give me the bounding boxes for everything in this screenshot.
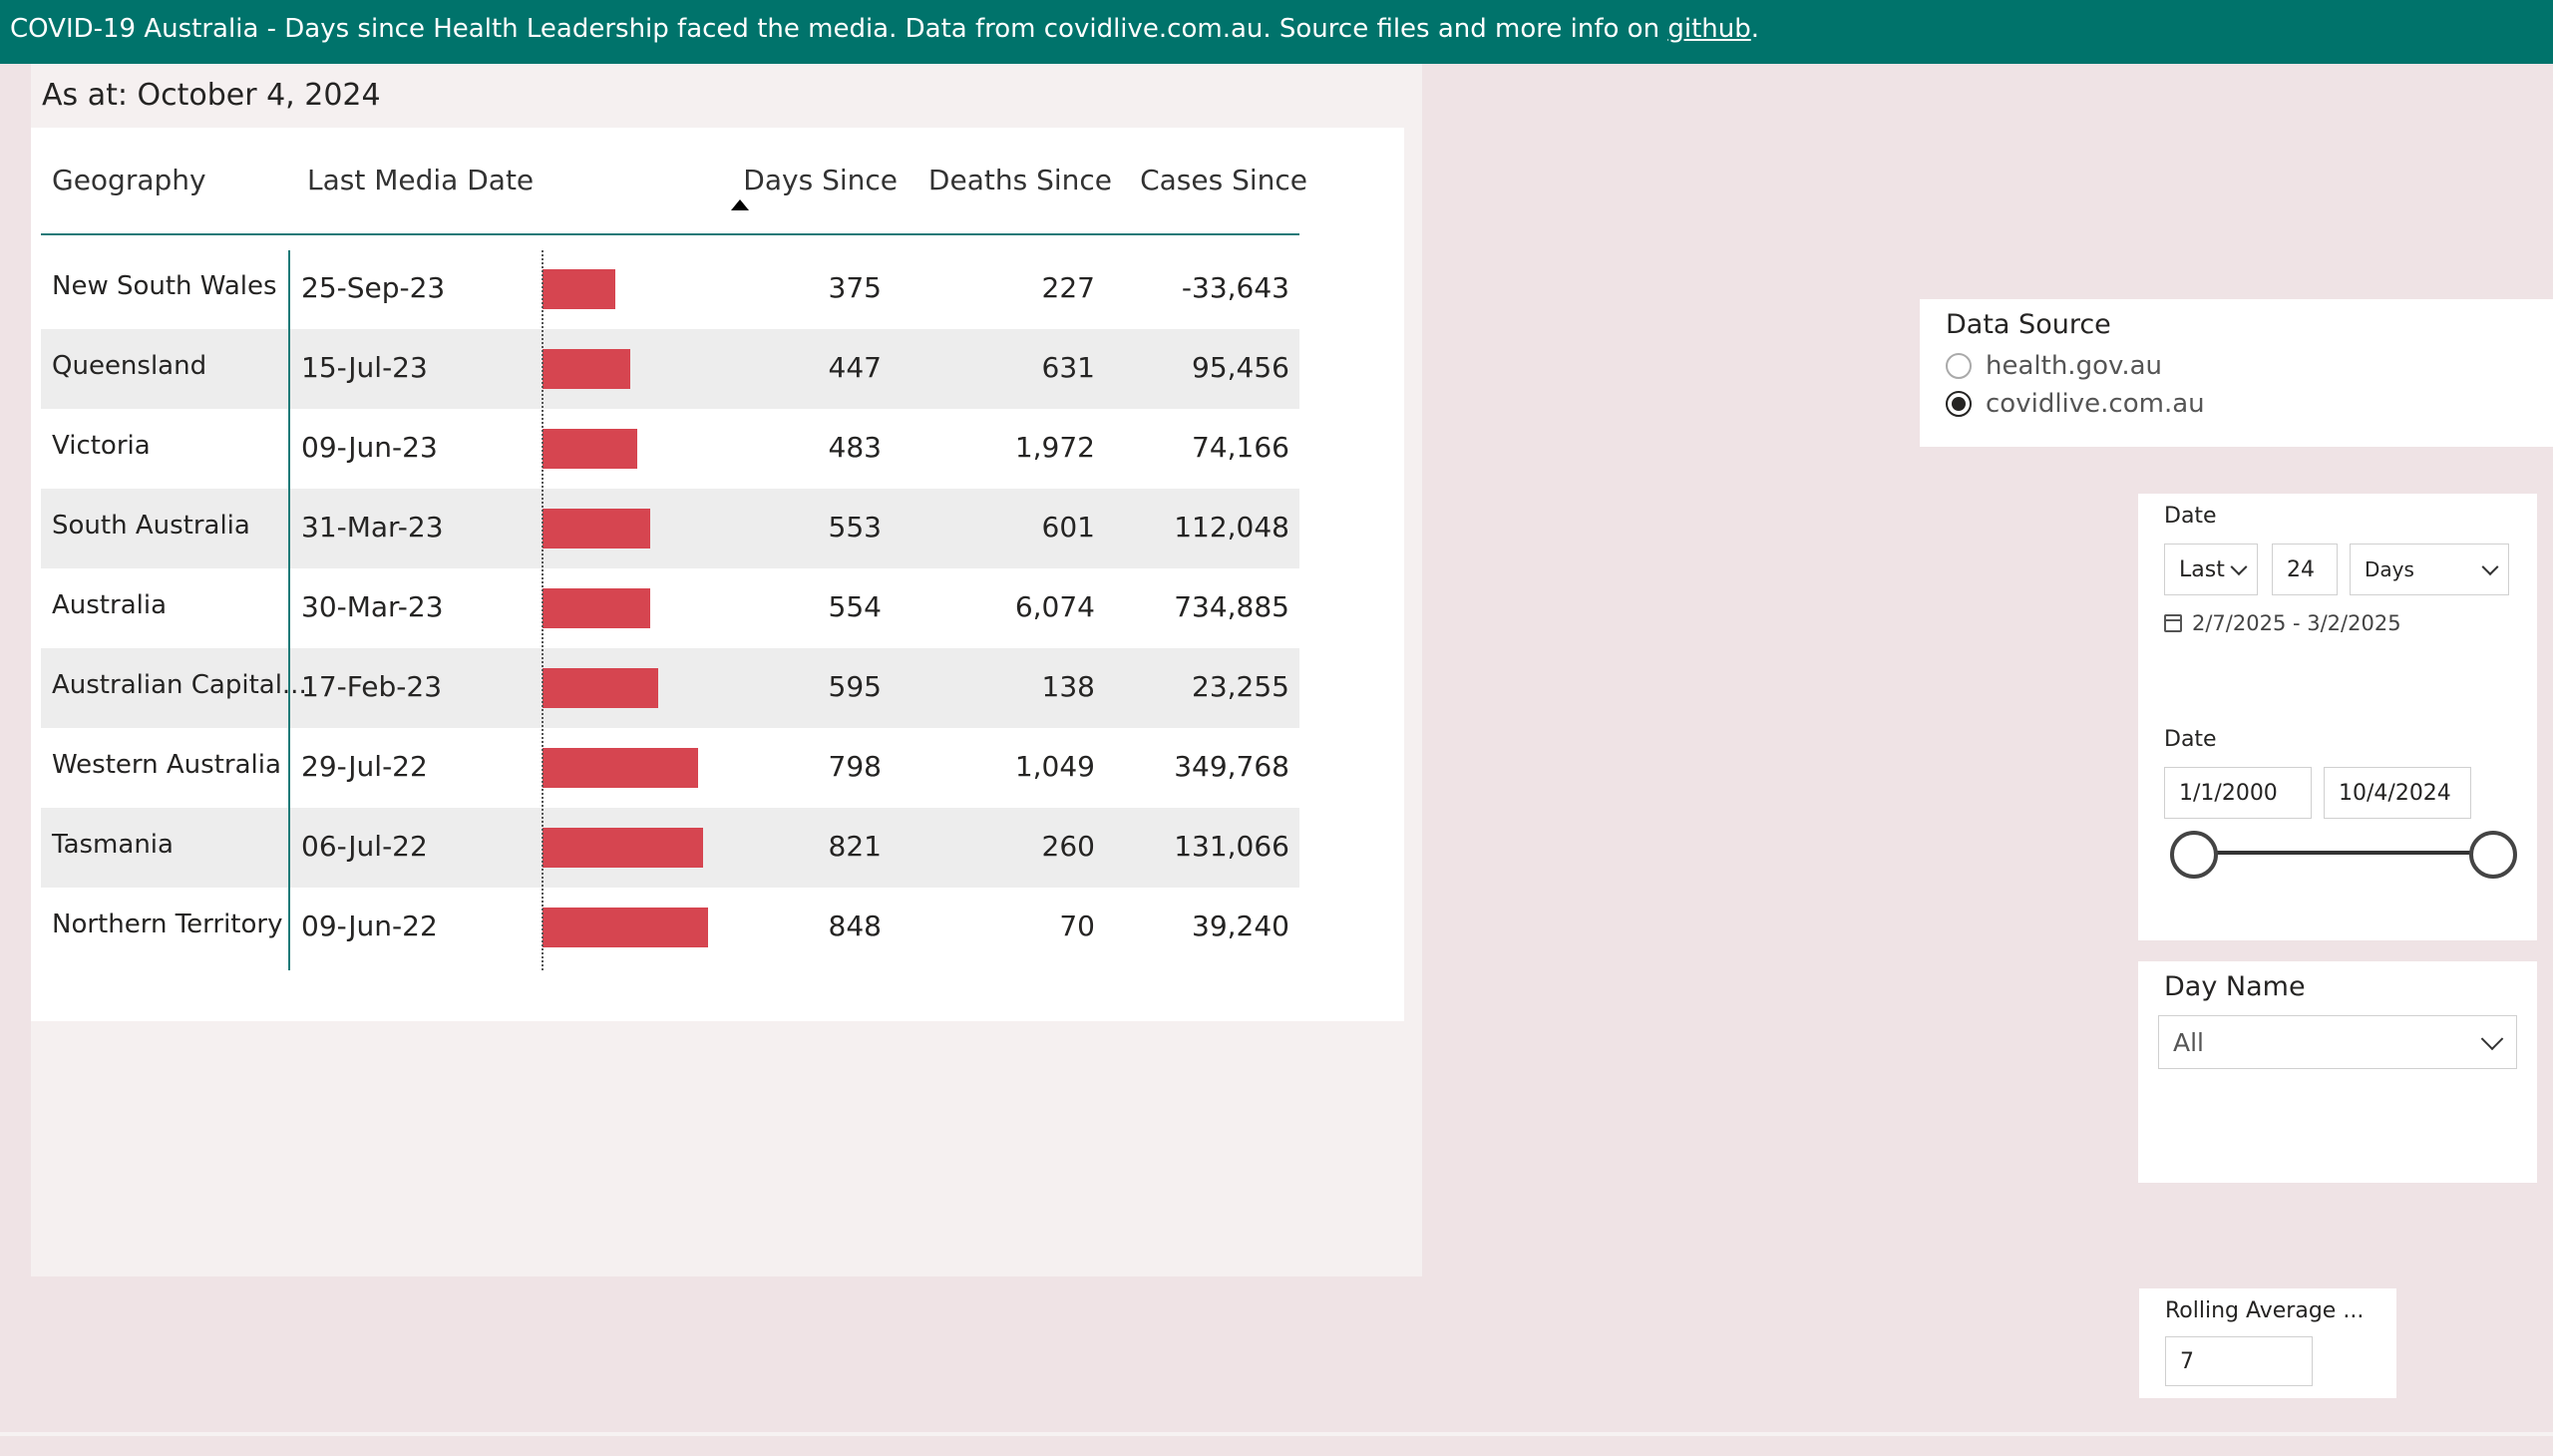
days-since-bar bbox=[543, 748, 698, 788]
days-since-bar bbox=[543, 269, 615, 309]
table-row[interactable]: Australian Capital... 17-Feb-23 595 138 23,2… bbox=[41, 648, 1299, 728]
chevron-down-icon bbox=[2481, 558, 2499, 576]
start-date-value: 1/1/2000 bbox=[2179, 780, 2278, 806]
chevron-down-icon bbox=[2480, 1027, 2504, 1051]
as-at-date: As at: October 4, 2024 bbox=[42, 78, 381, 113]
rolling-average-value: 7 bbox=[2180, 1348, 2194, 1374]
relative-unit-dropdown[interactable]: Days bbox=[2350, 544, 2509, 595]
table-row[interactable]: South Australia 31-Mar-23 553 601 112,048 bbox=[41, 489, 1299, 568]
relative-mode-dropdown[interactable]: Last bbox=[2164, 544, 2258, 595]
table-row[interactable]: Queensland 15-Jul-23 447 631 95,456 bbox=[41, 329, 1299, 409]
days-since-table: Geography Last Media Date Days Since Dea… bbox=[31, 128, 1404, 1021]
radio-health-gov[interactable]: health.gov.au bbox=[1946, 351, 2162, 381]
table-rows: New South Wales 25-Sep-23 375 227 -33,643 Que… bbox=[41, 235, 1299, 967]
day-name-slicer: Day Name All bbox=[2138, 961, 2537, 1183]
relative-unit-value: Days bbox=[2365, 557, 2414, 581]
cell-cases-since: 95,456 bbox=[1192, 351, 1289, 384]
rolling-average-title: Rolling Average ... bbox=[2165, 1298, 2365, 1323]
date-relative-title: Date bbox=[2164, 504, 2217, 529]
relative-count-value: 24 bbox=[2287, 556, 2315, 582]
table-row[interactable]: Australia 30-Mar-23 554 6,074 734,885 bbox=[41, 568, 1299, 648]
end-date-input[interactable]: 10/4/2024 bbox=[2324, 767, 2471, 819]
date-slider-track[interactable] bbox=[2194, 851, 2493, 855]
radio-label: health.gov.au bbox=[1986, 351, 2163, 381]
relative-count-input[interactable]: 24 bbox=[2272, 544, 2338, 595]
data-source-title: Data Source bbox=[1946, 309, 2111, 340]
date-slicers: Date Last 24 Days 2/7/2025 - 3/2/2025 Da… bbox=[2138, 494, 2537, 940]
table-row[interactable]: Northern Territory 09-Jun-22 848 70 39,240 bbox=[41, 888, 1299, 967]
table-body: Geography Last Media Date Days Since Dea… bbox=[41, 128, 1307, 970]
days-since-bar bbox=[543, 349, 630, 389]
radio-covidlive[interactable]: covidlive.com.au bbox=[1946, 389, 2205, 419]
end-date-value: 10/4/2024 bbox=[2339, 780, 2451, 806]
cell-cases-since: 734,885 bbox=[1174, 590, 1289, 623]
days-since-bar bbox=[543, 588, 650, 628]
relative-mode-value: Last bbox=[2179, 556, 2225, 582]
calendar-icon bbox=[2164, 614, 2182, 632]
data-source-slicer: Data Source health.gov.au covidlive.com.… bbox=[1920, 299, 2553, 447]
table-header: Geography Last Media Date Days Since Dea… bbox=[41, 128, 1307, 235]
table-row[interactable]: New South Wales 25-Sep-23 375 227 -33,643 bbox=[41, 249, 1299, 329]
header-cases-since[interactable]: Cases Since bbox=[41, 164, 1307, 196]
table-row[interactable]: Victoria 09-Jun-23 483 1,972 74,166 bbox=[41, 409, 1299, 489]
day-name-value: All bbox=[2173, 1027, 2204, 1057]
cell-cases-since: -33,643 bbox=[1181, 271, 1289, 304]
slider-end-handle[interactable] bbox=[2469, 831, 2517, 879]
table-row[interactable]: Western Australia 29-Jul-22 798 1,049 349,76… bbox=[41, 728, 1299, 808]
date-between-title: Date bbox=[2164, 727, 2217, 752]
chevron-down-icon bbox=[2230, 558, 2248, 576]
day-name-title: Day Name bbox=[2164, 971, 2306, 1002]
radio-unchecked-icon[interactable] bbox=[1946, 353, 1972, 379]
cell-cases-since: 23,255 bbox=[1192, 670, 1289, 703]
cell-cases-since: 74,166 bbox=[1192, 431, 1289, 464]
main-panel: As at: October 4, 2024 Geography Last Me… bbox=[31, 64, 1422, 1276]
geography-divider bbox=[288, 250, 290, 970]
banner-text: COVID-19 Australia - Days since Health L… bbox=[10, 14, 1668, 44]
table-row[interactable]: Tasmania 06-Jul-22 821 260 131,066 bbox=[41, 808, 1299, 888]
sort-ascending-icon bbox=[731, 199, 749, 210]
days-since-bar bbox=[543, 908, 708, 947]
slider-start-handle[interactable] bbox=[2170, 831, 2218, 879]
page-bottom-edge bbox=[0, 1432, 2553, 1436]
cell-cases-since: 112,048 bbox=[1174, 511, 1289, 544]
start-date-input[interactable]: 1/1/2000 bbox=[2164, 767, 2312, 819]
radio-checked-icon[interactable] bbox=[1946, 391, 1972, 417]
github-link[interactable]: github bbox=[1667, 14, 1750, 44]
rolling-average-input[interactable]: 7 bbox=[2165, 1336, 2313, 1386]
day-name-dropdown[interactable]: All bbox=[2158, 1015, 2517, 1069]
radio-label: covidlive.com.au bbox=[1986, 389, 2205, 419]
date-divider bbox=[542, 250, 544, 970]
banner-suffix: . bbox=[1750, 14, 1759, 44]
days-since-bar bbox=[543, 509, 650, 548]
days-since-bar bbox=[543, 429, 637, 469]
relative-date-range: 2/7/2025 - 3/2/2025 bbox=[2164, 611, 2401, 635]
days-since-bar bbox=[543, 668, 658, 708]
report-banner: COVID-19 Australia - Days since Health L… bbox=[0, 0, 2553, 64]
rolling-average-slicer: Rolling Average ... 7 bbox=[2139, 1288, 2396, 1398]
relative-range-text: 2/7/2025 - 3/2/2025 bbox=[2192, 611, 2401, 635]
days-since-bar bbox=[543, 828, 703, 868]
